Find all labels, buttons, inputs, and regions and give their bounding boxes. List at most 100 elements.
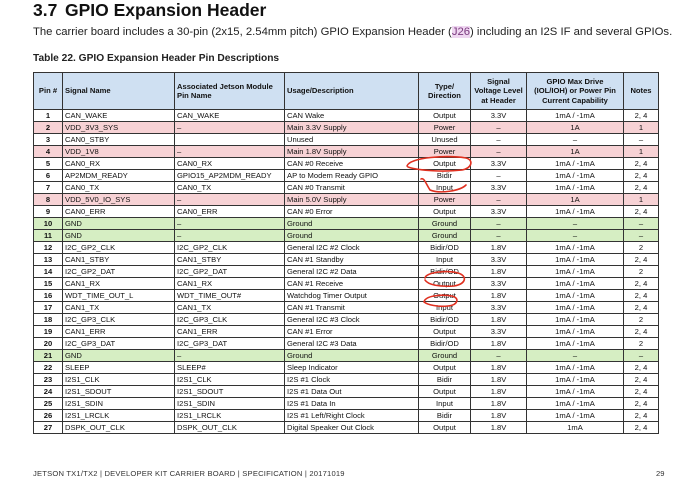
table-row: 1 CAN_WAKE CAN_WAKE CAN Wake Output 3.3V 1mA /… [33, 109, 659, 122]
cell-signal-name: GND [62, 349, 175, 362]
pin-description-table: Pin # Signal Name Associated Jetson Modu… [33, 72, 659, 434]
cell-pin: 3 [33, 133, 63, 146]
cell-notes: 2, 4 [623, 253, 659, 266]
cell-module-pin: – [174, 217, 285, 230]
cell-pin: 13 [33, 253, 63, 266]
cell-drive: 1mA / -1mA [526, 289, 624, 302]
table-row: 19 CAN1_ERR CAN1_ERR CAN #1 Error Output 3.3V… [33, 325, 659, 338]
cell-notes: 2, 4 [623, 325, 659, 338]
cell-type-direction: Power [418, 145, 471, 158]
cell-voltage: – [470, 217, 527, 230]
cell-signal-name: CAN0_RX [62, 157, 175, 170]
cell-pin: 26 [33, 409, 63, 422]
table-row: 23 I2S1_CLK I2S1_CLK I2S #1 Clock Bidir 1.8V 1… [33, 373, 659, 386]
cell-notes: 2 [623, 337, 659, 350]
intro-paragraph: The carrier board includes a 30-pin (2x1… [33, 26, 672, 38]
cell-notes: – [623, 133, 659, 146]
table-row: 6 AP2MDM_READY GPIO15_AP2MDM_READY AP to Mo… [33, 169, 659, 182]
cell-usage: General I2C #2 Data [284, 265, 419, 278]
cell-drive: 1A [526, 145, 624, 158]
cell-type-direction: Output [418, 157, 471, 170]
table-row: 17 CAN1_TX CAN1_TX CAN #1 Transmit Input 3.3V… [33, 301, 659, 314]
cell-usage: Main 5.0V Supply [284, 193, 419, 206]
table-row: 13 CAN1_STBY CAN1_STBY CAN #1 Standby Input 3… [33, 253, 659, 266]
cell-voltage: 1.8V [470, 361, 527, 374]
cell-voltage: 3.3V [470, 109, 527, 122]
cell-pin: 14 [33, 265, 63, 278]
cell-usage: AP to Modem Ready GPIO [284, 169, 419, 182]
cell-type-direction: Bidir/OD [418, 265, 471, 278]
cell-signal-name: CAN1_ERR [62, 325, 175, 338]
cell-usage: Ground [284, 217, 419, 230]
cell-usage: CAN #0 Error [284, 205, 419, 218]
table-row: 12 I2C_GP2_CLK I2C_GP2_CLK General I2C #2 C… [33, 241, 659, 254]
cell-notes: 2, 4 [623, 409, 659, 422]
cell-voltage: – [470, 169, 527, 182]
cell-usage: Sleep Indicator [284, 361, 419, 374]
cell-drive: 1A [526, 193, 624, 206]
cell-signal-name: I2C_GP2_CLK [62, 241, 175, 254]
cell-voltage: 1.8V [470, 373, 527, 386]
cell-type-direction: Bidir/OD [418, 241, 471, 254]
cell-usage: CAN #1 Transmit [284, 301, 419, 314]
cell-notes: 2, 4 [623, 157, 659, 170]
table-row: 3 CAN0_STBY Unused Unused – – – [33, 133, 659, 146]
cell-signal-name: CAN0_STBY [62, 133, 175, 146]
header-type-direction: Type/ Direction [418, 72, 471, 110]
cell-module-pin: I2S1_SDOUT [174, 385, 285, 398]
cell-notes: 2, 4 [623, 385, 659, 398]
cell-drive: – [526, 349, 624, 362]
cell-drive: 1mA / -1mA [526, 241, 624, 254]
cell-type-direction: Output [418, 325, 471, 338]
cell-usage: Watchdog Timer Output [284, 289, 419, 302]
cell-drive: – [526, 229, 624, 242]
cell-notes: 1 [623, 121, 659, 134]
cell-drive: 1mA / -1mA [526, 205, 624, 218]
cell-module-pin: – [174, 229, 285, 242]
cell-drive: 1mA / -1mA [526, 265, 624, 278]
cell-module-pin: I2S1_CLK [174, 373, 285, 386]
cell-notes: 2, 4 [623, 421, 659, 434]
connector-reference[interactable]: J26 [451, 26, 471, 38]
cell-signal-name: I2C_GP2_DAT [62, 265, 175, 278]
cell-signal-name: SLEEP [62, 361, 175, 374]
cell-signal-name: AP2MDM_READY [62, 169, 175, 182]
cell-usage: CAN Wake [284, 109, 419, 122]
cell-voltage: 3.3V [470, 181, 527, 194]
cell-drive: 1mA / -1mA [526, 277, 624, 290]
cell-voltage: 1.8V [470, 409, 527, 422]
table-row: 16 WDT_TIME_OUT_L WDT_TIME_OUT# Watchdog Ti… [33, 289, 659, 302]
cell-signal-name: CAN1_TX [62, 301, 175, 314]
cell-type-direction: Unused [418, 133, 471, 146]
cell-drive: 1mA / -1mA [526, 337, 624, 350]
cell-usage: Main 1.8V Supply [284, 145, 419, 158]
cell-pin: 18 [33, 313, 63, 326]
cell-usage: CAN #0 Receive [284, 157, 419, 170]
cell-usage: Digital Speaker Out Clock [284, 421, 419, 434]
cell-notes: 2, 4 [623, 289, 659, 302]
cell-signal-name: I2S1_SDIN [62, 397, 175, 410]
cell-usage: General I2C #3 Clock [284, 313, 419, 326]
cell-type-direction: Output [418, 385, 471, 398]
cell-type-direction: Bidir [418, 409, 471, 422]
table-body: 1 CAN_WAKE CAN_WAKE CAN Wake Output 3.3V 1mA /… [33, 109, 659, 434]
table-header-row: Pin # Signal Name Associated Jetson Modu… [33, 72, 659, 110]
cell-module-pin: I2C_GP2_DAT [174, 265, 285, 278]
cell-pin: 6 [33, 169, 63, 182]
cell-usage: Ground [284, 229, 419, 242]
cell-drive: 1mA / -1mA [526, 397, 624, 410]
cell-type-direction: Output [418, 205, 471, 218]
cell-usage: CAN #1 Receive [284, 277, 419, 290]
cell-voltage: 1.8V [470, 397, 527, 410]
cell-pin: 12 [33, 241, 63, 254]
cell-signal-name: VDD_3V3_SYS [62, 121, 175, 134]
header-pin: Pin # [33, 72, 63, 110]
cell-notes: 2 [623, 313, 659, 326]
cell-pin: 8 [33, 193, 63, 206]
cell-drive: – [526, 217, 624, 230]
cell-voltage: 3.3V [470, 205, 527, 218]
cell-drive: 1mA / -1mA [526, 409, 624, 422]
cell-type-direction: Output [418, 277, 471, 290]
cell-type-direction: Ground [418, 349, 471, 362]
cell-voltage: 3.3V [470, 253, 527, 266]
